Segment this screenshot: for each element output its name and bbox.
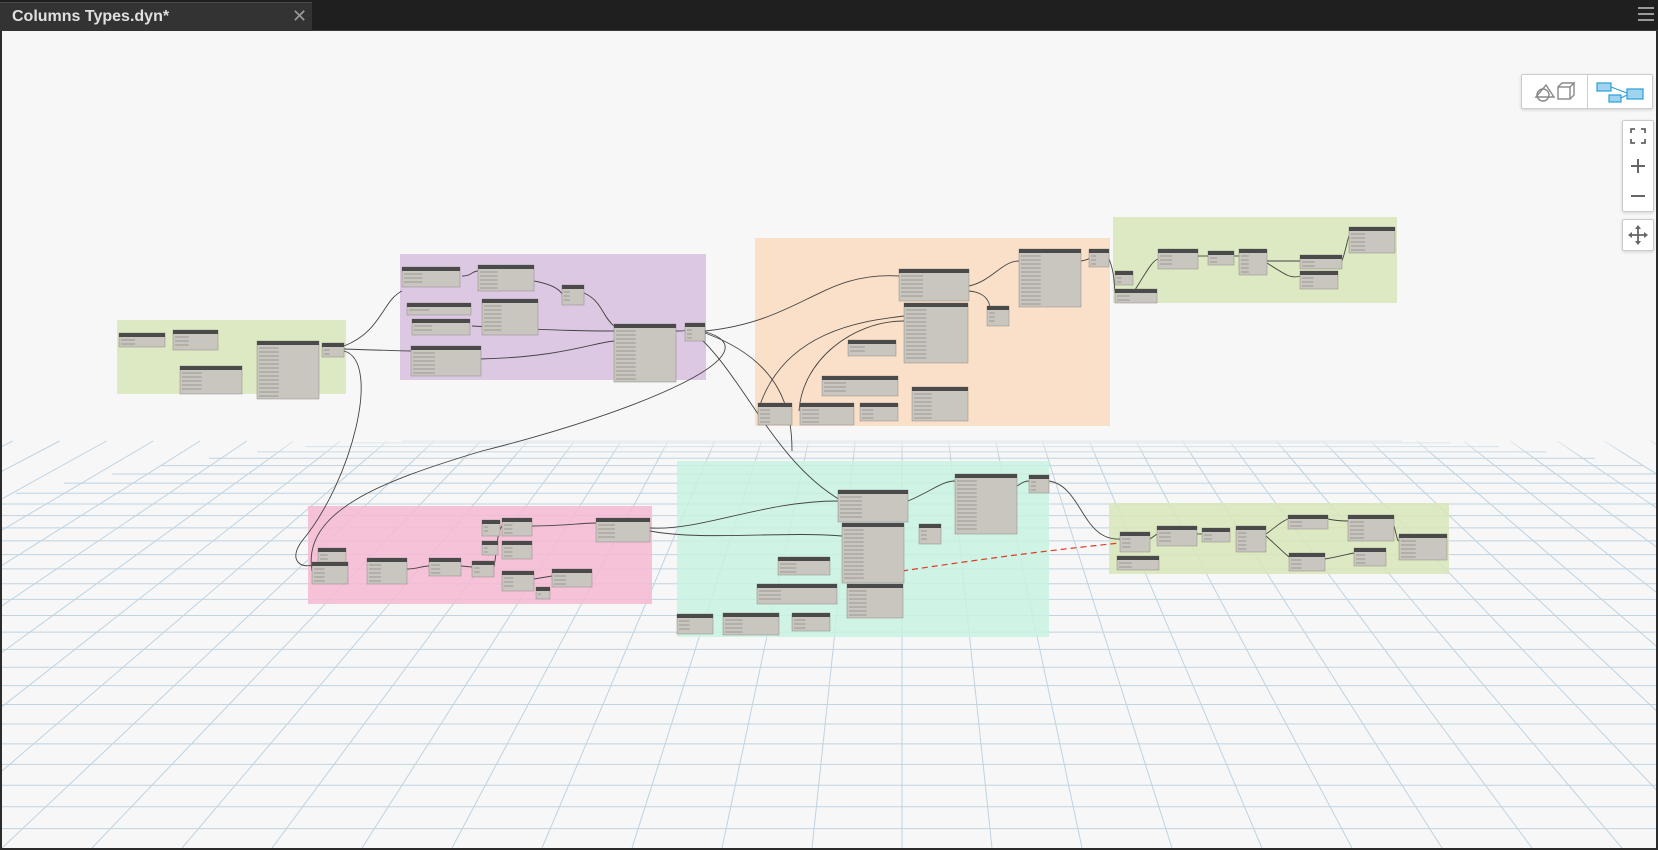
graph-node-32: [1299, 270, 1339, 290]
graph-node-19: [986, 305, 1010, 327]
graph-node-2: [172, 329, 219, 351]
graph-node-56: [722, 612, 780, 636]
graph-node-44: [551, 568, 593, 588]
graph-node-50: [1028, 474, 1050, 494]
graph-node-49: [954, 473, 1018, 535]
graph-node-58: [1119, 531, 1151, 553]
graph-node-60: [1156, 525, 1198, 547]
graph-node-48: [841, 522, 905, 584]
graph-node-15: [898, 268, 970, 302]
graph-node-62: [1235, 525, 1267, 553]
zoom-in-button[interactable]: [1623, 151, 1653, 181]
graph-node-8: [406, 302, 472, 316]
graph-node-9: [411, 318, 471, 336]
graph-node-65: [1347, 514, 1395, 542]
geometry-view-icon: [1534, 82, 1576, 102]
graph-node-36: [366, 557, 408, 585]
graph-node-5: [321, 342, 345, 358]
graph-node-1: [118, 332, 166, 348]
tab-title: Columns Types.dyn*: [12, 8, 170, 25]
graph-node-63: [1287, 514, 1329, 530]
graph-node-67: [1398, 533, 1448, 561]
zoom-to-fit-button[interactable]: [1623, 121, 1653, 151]
graph-node-28: [1157, 248, 1199, 270]
graph-node-12: [561, 284, 585, 306]
graph-node-57: [791, 612, 831, 632]
graph-node-13: [613, 323, 677, 383]
graph-node-64: [1288, 552, 1326, 572]
zoom-controls: [1622, 120, 1654, 212]
zoom-out-button[interactable]: [1623, 181, 1653, 211]
pan-icon: [1628, 225, 1648, 245]
title-bar: Columns Types.dyn* ✕: [0, 0, 1658, 31]
zoom-to-fit-icon: [1630, 128, 1646, 144]
graph-node-10: [481, 298, 539, 336]
graph-node-45: [535, 586, 551, 600]
graph-node-33: [1348, 226, 1396, 254]
graph-node-42: [501, 570, 535, 592]
graph-node-24: [799, 402, 855, 426]
graph-node-39: [481, 519, 501, 537]
graph-node-26: [1114, 270, 1134, 286]
graph-node-29: [1207, 250, 1235, 266]
pan-button[interactable]: [1623, 220, 1653, 250]
graph-node-23: [757, 402, 793, 426]
graph-node-18: [1088, 248, 1110, 268]
graph-node-30: [1238, 248, 1268, 276]
graph-node-37: [428, 557, 462, 577]
graph-node-17: [1018, 248, 1082, 308]
graph-node-11: [410, 345, 482, 377]
view-toggle: [1521, 74, 1653, 109]
graph-node-6: [401, 266, 461, 288]
menu-icon[interactable]: [1638, 7, 1654, 21]
graph-node-20: [847, 339, 897, 357]
workspace-canvas[interactable]: [2, 31, 1656, 848]
geometry-view-button[interactable]: [1522, 75, 1588, 108]
graph-node-38: [471, 560, 495, 578]
graph-view-icon: [1596, 82, 1644, 103]
graph-node-22: [911, 386, 969, 422]
graph-node-35: [311, 561, 349, 585]
graph-node-59: [1116, 555, 1160, 571]
zoom-in-icon: [1631, 159, 1645, 173]
graph-node-40: [501, 517, 533, 537]
graph-node-46: [595, 517, 651, 543]
graph-node-54: [846, 583, 904, 619]
graph-node-53: [756, 583, 838, 605]
graph-node-61: [1201, 527, 1231, 543]
close-icon[interactable]: ✕: [292, 6, 307, 27]
graph-node-66: [1353, 547, 1387, 567]
wire-1: [343, 290, 403, 347]
graph-canvas: [2, 217, 1656, 848]
graph-node-27: [1114, 288, 1158, 304]
graph-node-14: [684, 322, 706, 342]
graph-node-31: [1299, 254, 1343, 270]
graph-node-16: [903, 302, 969, 364]
graph-node-51: [918, 523, 942, 545]
graph-node-7: [477, 264, 535, 292]
pan-control: [1622, 219, 1654, 251]
graph-node-41: [501, 540, 533, 560]
graph-node-47: [837, 489, 909, 523]
graph-node-21: [821, 375, 899, 397]
graph-view-button[interactable]: [1587, 75, 1652, 108]
graph-node-55: [676, 613, 714, 635]
graph-node-3: [179, 365, 243, 395]
graph-node-25: [859, 402, 899, 422]
graph-node-52: [777, 556, 831, 576]
graph-node-4: [256, 340, 320, 400]
graph-node-43: [481, 540, 499, 556]
zoom-out-icon: [1631, 195, 1645, 197]
tab-columns-types[interactable]: Columns Types.dyn* ✕: [0, 2, 312, 31]
